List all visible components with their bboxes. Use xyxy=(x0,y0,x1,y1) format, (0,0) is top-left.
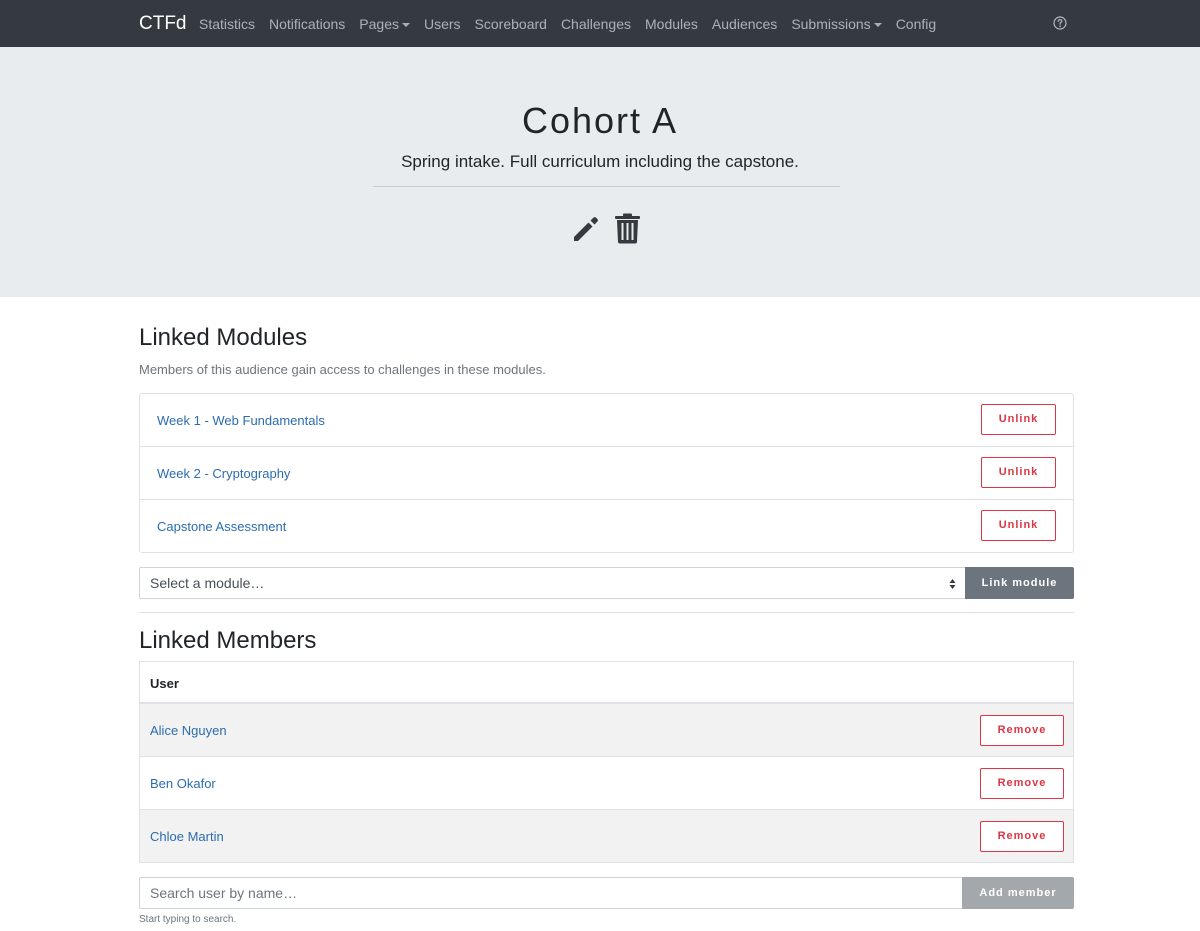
linked-modules-heading: Linked Modules xyxy=(139,324,308,351)
nav-modules-label: Modules xyxy=(645,16,698,32)
caret-down-icon xyxy=(873,23,882,28)
add-member-button[interactable]: Add member xyxy=(962,877,1074,909)
remove-button[interactable]: Remove xyxy=(980,715,1064,746)
nav-statistics[interactable]: Statistics xyxy=(199,14,255,34)
list-item: Week 1 - Web Fundamentals Unlink xyxy=(140,394,1073,447)
remove-button[interactable]: Remove xyxy=(980,821,1064,852)
nav-users[interactable]: Users xyxy=(424,14,461,34)
table-row: Chloe Martin Remove xyxy=(139,810,1074,863)
nav-notifications[interactable]: Notifications xyxy=(269,14,345,34)
user-link[interactable]: Ben Okafor xyxy=(150,775,216,792)
user-link[interactable]: Alice Nguyen xyxy=(150,722,227,739)
module-link[interactable]: Week 2 - Cryptography xyxy=(157,465,290,482)
nav-statistics-label: Statistics xyxy=(199,16,256,32)
nav-config-label: Config xyxy=(895,16,937,32)
unlink-button[interactable]: Unlink xyxy=(981,404,1056,435)
question-circle-icon[interactable] xyxy=(1053,16,1067,30)
nav-modules[interactable]: Modules xyxy=(645,14,698,34)
nav-config[interactable]: Config xyxy=(896,14,936,34)
list-item: Week 2 - Cryptography Unlink xyxy=(140,447,1073,500)
nav-audiences-label: Audiences xyxy=(711,16,778,32)
column-header-user: User xyxy=(150,676,179,691)
select-arrows-icon xyxy=(949,579,956,589)
caret-down-icon xyxy=(401,23,410,28)
divider xyxy=(373,186,840,187)
nav-audiences[interactable]: Audiences xyxy=(712,14,777,34)
nav-challenges-label: Challenges xyxy=(560,16,631,32)
table-row: Ben Okafor Remove xyxy=(139,757,1074,810)
audience-header: Cohort A Spring intake. Full curriculum … xyxy=(0,47,1200,297)
module-link[interactable]: Capstone Assessment xyxy=(157,518,286,535)
nav-scoreboard[interactable]: Scoreboard xyxy=(475,14,547,34)
top-navbar: CTFd Statistics Notifications Pages User… xyxy=(0,0,1200,47)
unlink-button[interactable]: Unlink xyxy=(981,457,1056,488)
nav-menu: Statistics Notifications Pages Users Sco… xyxy=(199,14,950,34)
nav-submissions-dropdown[interactable]: Submissions xyxy=(791,14,882,34)
divider xyxy=(139,612,1074,613)
user-link[interactable]: Chloe Martin xyxy=(150,828,224,845)
nav-challenges[interactable]: Challenges xyxy=(561,14,631,34)
pencil-icon[interactable] xyxy=(571,213,602,244)
remove-button[interactable]: Remove xyxy=(980,768,1064,799)
nav-scoreboard-label: Scoreboard xyxy=(474,16,547,32)
link-module-button[interactable]: Link module xyxy=(965,567,1074,599)
linked-members-heading: Linked Members xyxy=(139,627,317,654)
brand-logo[interactable]: CTFd xyxy=(139,12,187,36)
nav-notifications-label: Notifications xyxy=(269,16,346,32)
nav-pages-label: Pages xyxy=(359,16,399,32)
module-select[interactable]: Select a module… xyxy=(139,567,966,599)
list-item: Capstone Assessment Unlink xyxy=(140,500,1073,553)
user-search-placeholder: Search user by name… xyxy=(150,885,298,901)
nav-submissions-label: Submissions xyxy=(791,16,871,32)
trash-icon[interactable] xyxy=(614,213,641,244)
nav-users-label: Users xyxy=(423,16,461,32)
module-list: Week 1 - Web Fundamentals Unlink Week 2 … xyxy=(139,393,1074,553)
module-link[interactable]: Week 1 - Web Fundamentals xyxy=(157,412,325,429)
linked-modules-description: Members of this audience gain access to … xyxy=(139,362,546,377)
search-hint: Start typing to search. xyxy=(139,914,237,925)
table-row: Alice Nguyen Remove xyxy=(139,704,1074,757)
unlink-button[interactable]: Unlink xyxy=(981,510,1056,541)
table-header: User xyxy=(139,661,1074,704)
audience-description: Spring intake. Full curriculum including… xyxy=(401,152,799,171)
user-search-input[interactable]: Search user by name… xyxy=(139,877,963,909)
module-select-value: Select a module… xyxy=(150,575,265,591)
nav-pages-dropdown[interactable]: Pages xyxy=(359,14,410,34)
page-title: Cohort A xyxy=(521,100,679,141)
